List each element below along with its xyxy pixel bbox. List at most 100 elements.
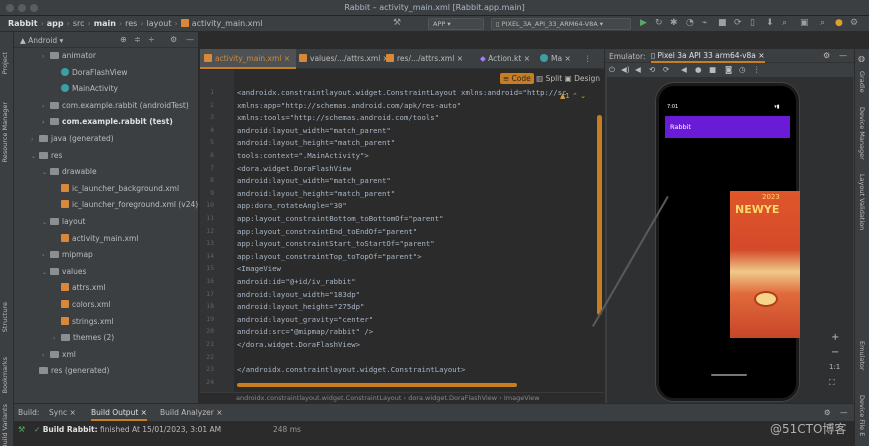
expand-arrow-icon[interactable]: ›: [31, 133, 39, 146]
tabs-overflow-menu[interactable]: ⋮: [584, 49, 602, 69]
project-tree-item[interactable]: DoraFlashView: [53, 66, 128, 79]
code-line[interactable]: android:id="@+id/iv_rabbit": [237, 277, 356, 286]
debug-icon[interactable]: ✱: [670, 18, 678, 28]
sdk-manager-icon[interactable]: ⬇: [766, 18, 774, 28]
gear-icon[interactable]: ⚙: [170, 35, 177, 44]
expand-arrow-icon[interactable]: ⌄: [31, 150, 39, 163]
project-tree-item[interactable]: MainActivity: [53, 82, 118, 95]
tab-main[interactable]: Ma ×: [540, 49, 578, 69]
expand-arrow-icon[interactable]: ›: [42, 100, 50, 113]
code-line[interactable]: </androidx.constraintlayout.widget.Const…: [237, 365, 465, 374]
project-tree-item[interactable]: › java (generated): [31, 132, 114, 145]
breadcrumb-item[interactable]: res: [125, 19, 137, 28]
collapse-all-icon[interactable]: ≑: [134, 35, 141, 44]
split-mode-button[interactable]: ▥ Split: [536, 74, 562, 83]
code-editor[interactable]: <androidx.constraintlayout.widget.Constr…: [200, 70, 604, 392]
device-manager-tool-tab[interactable]: Device Manager: [858, 107, 866, 160]
project-tree-item[interactable]: › themes (2): [53, 331, 114, 344]
editor-scrollbar[interactable]: [597, 115, 602, 315]
module-selector[interactable]: APP ▾: [428, 18, 484, 30]
emulator-tool-tab[interactable]: Emulator: [858, 341, 866, 371]
notifications-icon[interactable]: ●: [835, 18, 843, 28]
code-line[interactable]: android:layout_height="275dp": [237, 302, 364, 311]
code-line[interactable]: app:layout_constraintStart_toStartOf="pa…: [237, 239, 435, 248]
code-mode-button[interactable]: ≡ Code: [499, 73, 534, 84]
avd-manager-icon[interactable]: ▯: [750, 18, 755, 28]
project-tree-item[interactable]: ic_launcher_foreground.xml (v24): [53, 198, 198, 211]
project-tree-item[interactable]: ic_launcher_background.xml: [53, 182, 179, 195]
zoom-in-icon[interactable]: +: [831, 332, 839, 343]
device-mirror-icon[interactable]: ▣: [800, 18, 809, 28]
project-tree-item[interactable]: ⌄ drawable: [42, 165, 97, 178]
resource-manager-tool-tab[interactable]: Resource Manager: [1, 102, 9, 162]
expand-arrow-icon[interactable]: ›: [53, 332, 61, 345]
tab-build-output[interactable]: Build Output ×: [91, 408, 147, 421]
tab-res-attrs[interactable]: res/.../attrs.xml ×: [386, 49, 468, 69]
expand-all-icon[interactable]: ÷: [148, 35, 155, 44]
xml-crumb[interactable]: dora.widget.DoraFlashView: [408, 394, 497, 402]
breadcrumb-item[interactable]: Rabbit: [8, 19, 38, 28]
build-variants-tool-tab[interactable]: Build Variants: [1, 404, 9, 446]
code-line[interactable]: app:layout_constraintBottom_toBottomOf="…: [237, 214, 443, 223]
search-everywhere-icon[interactable]: ⌕: [820, 18, 825, 28]
expand-arrow-icon[interactable]: ›: [42, 349, 50, 362]
xml-crumb[interactable]: ImageView: [504, 394, 540, 402]
design-mode-button[interactable]: ▣ Design: [565, 74, 600, 83]
code-line[interactable]: </dora.widget.DoraFlashView>: [237, 340, 360, 349]
project-view-selector[interactable]: ▲ Android ▾: [20, 36, 63, 45]
code-line[interactable]: android:layout_width="match_parent": [237, 126, 391, 135]
screenshot-icon[interactable]: ◙: [725, 65, 732, 74]
locate-file-icon[interactable]: ⊕: [120, 35, 127, 44]
expand-arrow-icon[interactable]: ⌄: [42, 266, 50, 279]
back-icon[interactable]: ◀: [681, 65, 687, 74]
rotate-right-icon[interactable]: ⟳: [663, 65, 669, 74]
breadcrumb-item[interactable]: main: [94, 19, 116, 28]
notifications-tab-icon[interactable]: ◍: [858, 54, 865, 63]
project-tree-item[interactable]: › animator: [42, 49, 96, 62]
code-line[interactable]: <androidx.constraintlayout.widget.Constr…: [237, 88, 566, 97]
layout-validation-tool-tab[interactable]: Layout Validation: [858, 174, 866, 230]
device-selector[interactable]: ▯ PIXEL_3A_API_33_ARM64-V8A ▾: [491, 18, 631, 30]
gear-icon[interactable]: ⚙: [823, 51, 830, 60]
home-icon[interactable]: ●: [695, 65, 702, 74]
fit-screen-icon[interactable]: ⛶: [829, 378, 835, 388]
volume-up-icon[interactable]: ◀): [621, 65, 630, 74]
snapshot-icon[interactable]: ◷: [739, 65, 746, 74]
power-icon[interactable]: ⏻: [609, 65, 615, 75]
breadcrumb-item[interactable]: src: [73, 19, 85, 28]
expand-arrow-icon[interactable]: ⌄: [42, 216, 50, 229]
hammer-icon[interactable]: ⚒: [393, 18, 401, 28]
zoom-out-icon[interactable]: −: [831, 347, 839, 358]
code-line[interactable]: <ImageView: [237, 264, 281, 273]
build-status-line[interactable]: ✓ Build Rabbit: finished At 15/01/2023, …: [34, 425, 221, 434]
settings-icon[interactable]: ⚙: [850, 18, 858, 28]
rotate-left-icon[interactable]: ⟲: [649, 65, 655, 74]
emulator-device-tab[interactable]: ▯ Pixel 3a API 33 arm64-v8a ×: [651, 51, 765, 63]
device-frame[interactable]: 7:01 ▾▮ Rabbit 2023 NEWYE: [592, 83, 800, 401]
project-tree-item[interactable]: ⌄ values: [42, 265, 86, 278]
project-tree-item[interactable]: › com.example.rabbit (androidTest): [42, 99, 189, 112]
hide-panel-icon[interactable]: —: [839, 51, 847, 60]
project-tool-tab[interactable]: Project: [1, 52, 9, 74]
code-line[interactable]: android:src="@mipmap/rabbit" />: [237, 327, 373, 336]
project-tree-item[interactable]: › xml: [42, 348, 76, 361]
device-file-explorer-tool-tab[interactable]: Device File E: [858, 395, 866, 436]
apply-changes-icon[interactable]: ↻: [655, 18, 663, 28]
project-tree-item[interactable]: attrs.xml: [53, 281, 106, 294]
code-line[interactable]: app:layout_constraintEnd_toEndOf="parent…: [237, 227, 417, 236]
stop-icon[interactable]: ■: [718, 18, 727, 28]
home-indicator[interactable]: [711, 374, 747, 376]
project-tree-item[interactable]: › mipmap: [42, 248, 93, 261]
tab-values-attrs[interactable]: values/.../attrs.xml ×: [299, 49, 389, 69]
volume-down-icon[interactable]: ◀: [635, 65, 641, 74]
hide-panel-icon[interactable]: —: [840, 408, 848, 417]
hide-panel-icon[interactable]: —: [186, 35, 194, 44]
code-line[interactable]: tools:context=".MainActivity">: [237, 151, 369, 160]
bookmarks-tool-tab[interactable]: Bookmarks: [1, 357, 9, 393]
code-line[interactable]: android:layout_gravity="center": [237, 315, 373, 324]
expand-arrow-icon[interactable]: ⌄: [42, 166, 50, 179]
editor-horizontal-scrollbar[interactable]: [237, 383, 517, 387]
gradle-tool-tab[interactable]: Gradle: [858, 71, 866, 93]
breadcrumb-item[interactable]: app: [47, 19, 64, 28]
layout-inspector-icon[interactable]: ⌕: [782, 18, 787, 28]
